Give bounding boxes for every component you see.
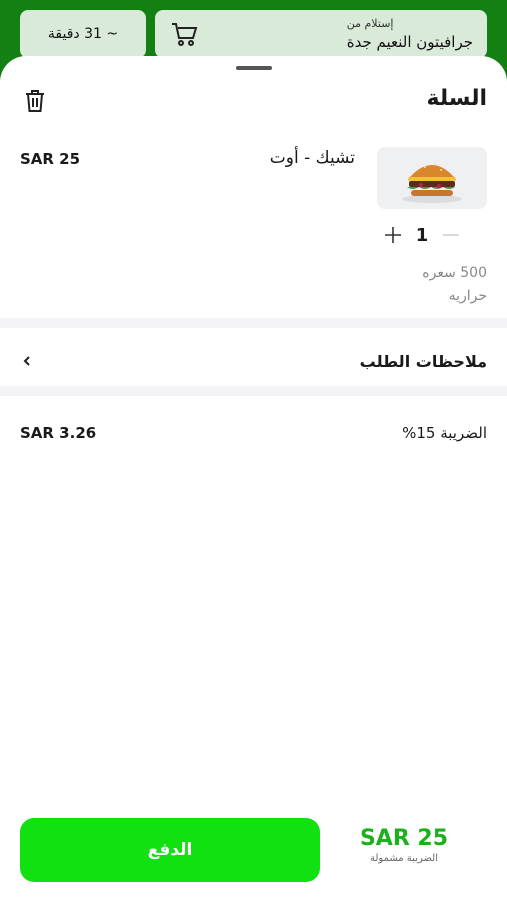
pickup-store-name: جرافيتون النعيم جدة — [346, 33, 473, 51]
calories-unit: حراريه — [448, 288, 487, 304]
quantity-value: 1 — [415, 224, 429, 246]
item-calories: 500 سعره حراريه — [422, 262, 487, 308]
divider — [0, 318, 507, 328]
item-name: تشيك - أوت — [269, 148, 355, 168]
order-notes-row[interactable]: ملاحظات الطلب — [0, 336, 507, 386]
total-tax-note: الضريبة مشمولة — [370, 853, 438, 864]
trash-icon — [26, 90, 44, 112]
chevron-left-icon — [23, 356, 30, 366]
cart-sheet: السلة تشيك - أوت SAR 25 1 500 سعره حراري… — [0, 56, 507, 900]
minus-icon — [443, 234, 459, 236]
item-price: SAR 25 — [20, 150, 81, 168]
increase-quantity-button[interactable] — [380, 222, 406, 248]
eta-badge[interactable]: ~ 31 دقيقة — [20, 10, 146, 58]
order-notes-label: ملاحظات الطلب — [359, 351, 487, 371]
order-total: SAR 25 الضريبة مشمولة — [349, 826, 459, 864]
cart-icon — [172, 23, 198, 46]
pay-button[interactable]: الدفع — [20, 818, 320, 882]
divider — [0, 386, 507, 396]
quantity-stepper: 1 — [380, 222, 490, 248]
tax-label: الضريبة 15% — [402, 424, 487, 442]
calories-value: 500 سعره — [422, 265, 487, 281]
cart-title: السلة — [426, 86, 487, 111]
decrease-quantity-button[interactable] — [438, 222, 464, 248]
tax-value: SAR 3.26 — [20, 424, 97, 442]
pickup-texts: إستلام من جرافيتون النعيم جدة — [347, 17, 473, 51]
burger-image — [377, 147, 487, 209]
sheet-grabber[interactable] — [236, 66, 272, 70]
tax-row: SAR 3.26 الضريبة 15% — [0, 413, 507, 453]
clear-cart-button[interactable] — [22, 88, 48, 114]
total-amount: SAR 25 — [359, 826, 449, 851]
eta-text: ~ 31 دقيقة — [47, 26, 119, 42]
item-image — [377, 147, 487, 209]
plus-icon — [385, 227, 401, 243]
pickup-location-selector[interactable]: إستلام من جرافيتون النعيم جدة — [155, 10, 487, 58]
pickup-label: إستلام من — [346, 17, 394, 30]
